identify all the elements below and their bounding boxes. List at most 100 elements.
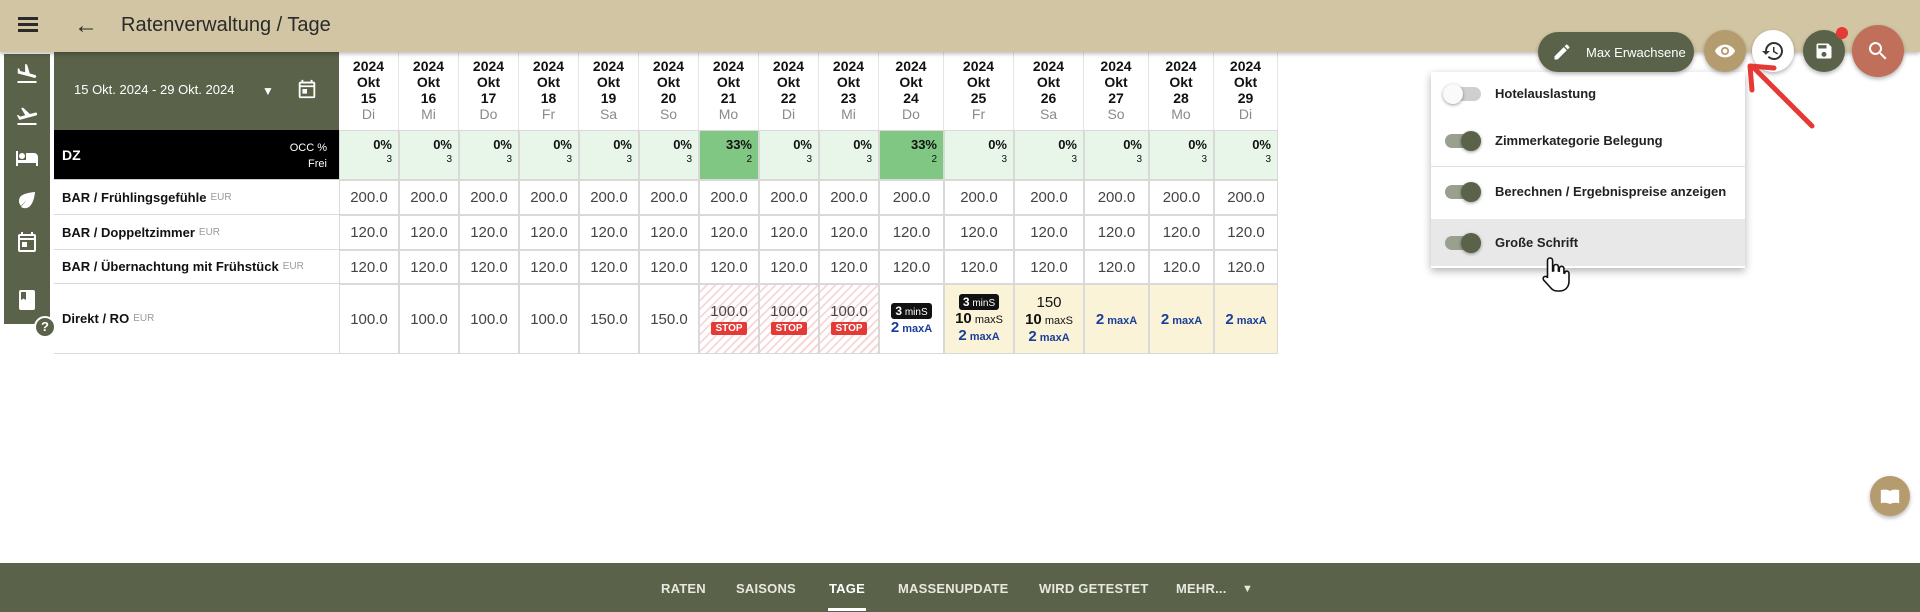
help-book-button[interactable]: [1870, 476, 1910, 516]
rate-cell[interactable]: 120.0: [699, 250, 759, 284]
rate-cell[interactable]: 120.0: [519, 215, 579, 250]
direkt-rate-cell[interactable]: 150 10 maxS 2 maxA: [1014, 284, 1084, 354]
rate-cell[interactable]: 120.0: [1149, 215, 1214, 250]
toggle-switch[interactable]: [1445, 131, 1481, 151]
rate-cell[interactable]: 200.0: [1149, 180, 1214, 215]
dropdown-caret-icon[interactable]: ▼: [262, 84, 274, 98]
date-range-picker[interactable]: 15 Okt. 2024 - 29 Okt. 2024 ▼: [54, 52, 339, 130]
menu-item-grosse-schrift[interactable]: Große Schrift: [1431, 219, 1745, 266]
rate-cell[interactable]: 120.0: [699, 215, 759, 250]
direkt-rate-cell[interactable]: 100.0 STOP: [819, 284, 879, 354]
toggle-switch[interactable]: [1445, 233, 1481, 253]
rate-cell[interactable]: 120.0: [944, 215, 1014, 250]
rate-cell[interactable]: 120.0: [1014, 250, 1084, 284]
direkt-rate-cell[interactable]: 3 minS 10 maxS 2 maxA: [944, 284, 1014, 354]
rate-cell[interactable]: 120.0: [579, 250, 639, 284]
rate-cell[interactable]: 200.0: [459, 180, 519, 215]
direkt-rate-cell[interactable]: 100.0 STOP: [759, 284, 819, 354]
search-button[interactable]: [1852, 25, 1904, 77]
day-column-header[interactable]: 2024 Okt 17 Do: [459, 52, 519, 130]
rate-cell[interactable]: 200.0: [1014, 180, 1084, 215]
rate-cell[interactable]: 120.0: [1214, 250, 1278, 284]
rate-cell[interactable]: 200.0: [579, 180, 639, 215]
calendar-icon[interactable]: [296, 78, 318, 100]
direkt-rate-cell[interactable]: 150.0: [639, 284, 699, 354]
nav-wird-getestet[interactable]: WIRD GETESTET: [1039, 581, 1149, 596]
rate-cell[interactable]: 200.0: [879, 180, 944, 215]
rate-cell[interactable]: 120.0: [399, 250, 459, 284]
direkt-rate-cell[interactable]: 2 maxA: [1149, 284, 1214, 354]
day-column-header[interactable]: 2024 Okt 27 So: [1084, 52, 1149, 130]
day-column-header[interactable]: 2024 Okt 28 Mo: [1149, 52, 1214, 130]
day-column-header[interactable]: 2024 Okt 18 Fr: [519, 52, 579, 130]
day-column-header[interactable]: 2024 Okt 21 Mo: [699, 52, 759, 130]
day-column-header[interactable]: 2024 Okt 25 Fr: [944, 52, 1014, 130]
direkt-rate-cell[interactable]: 3 minS 2 maxA: [879, 284, 944, 354]
rate-cell[interactable]: 120.0: [1014, 215, 1084, 250]
rate-cell[interactable]: 200.0: [339, 180, 399, 215]
day-column-header[interactable]: 2024 Okt 16 Mi: [399, 52, 459, 130]
rate-cell[interactable]: 120.0: [519, 250, 579, 284]
direkt-rate-cell[interactable]: 100.0: [519, 284, 579, 354]
day-column-header[interactable]: 2024 Okt 29 Di: [1214, 52, 1278, 130]
toggle-switch[interactable]: [1443, 84, 1481, 104]
nav-tage[interactable]: TAGE: [829, 581, 865, 596]
rate-cell[interactable]: 200.0: [819, 180, 879, 215]
back-arrow-icon[interactable]: ←: [74, 12, 98, 40]
rate-cell[interactable]: 120.0: [1214, 215, 1278, 250]
book-icon[interactable]: [15, 288, 39, 312]
direkt-rate-cell[interactable]: 100.0: [459, 284, 519, 354]
day-column-header[interactable]: 2024 Okt 24 Do: [879, 52, 944, 130]
menu-icon[interactable]: [16, 14, 40, 38]
menu-item-hotelauslastung[interactable]: Hotelauslastung: [1431, 72, 1745, 116]
rate-cell[interactable]: 120.0: [339, 250, 399, 284]
direkt-rate-cell[interactable]: 2 maxA: [1214, 284, 1278, 354]
edit-max-adults-button[interactable]: Max Erwachsene: [1538, 32, 1694, 72]
day-column-header[interactable]: 2024 Okt 23 Mi: [819, 52, 879, 130]
rate-cell[interactable]: 120.0: [339, 215, 399, 250]
menu-item-zimmerkategorie[interactable]: Zimmerkategorie Belegung: [1431, 116, 1745, 166]
toggle-switch[interactable]: [1445, 182, 1481, 202]
flight-land-icon[interactable]: [15, 62, 39, 86]
rate-cell[interactable]: 120.0: [944, 250, 1014, 284]
bed-icon[interactable]: [15, 146, 39, 170]
direkt-rate-cell[interactable]: 100.0 STOP: [699, 284, 759, 354]
day-column-header[interactable]: 2024 Okt 20 So: [639, 52, 699, 130]
rate-cell[interactable]: 120.0: [639, 215, 699, 250]
rate-cell[interactable]: 120.0: [819, 215, 879, 250]
menu-item-berechnen[interactable]: Berechnen / Ergebnispreise anzeigen: [1431, 167, 1745, 217]
rate-cell[interactable]: 120.0: [879, 250, 944, 284]
rate-cell[interactable]: 120.0: [639, 250, 699, 284]
day-column-header[interactable]: 2024 Okt 22 Di: [759, 52, 819, 130]
direkt-rate-cell[interactable]: 150.0: [579, 284, 639, 354]
rate-cell[interactable]: 120.0: [459, 250, 519, 284]
day-column-header[interactable]: 2024 Okt 19 Sa: [579, 52, 639, 130]
rate-cell[interactable]: 200.0: [399, 180, 459, 215]
nav-saisons[interactable]: SAISONS: [736, 581, 796, 596]
rate-cell[interactable]: 120.0: [819, 250, 879, 284]
direkt-rate-cell[interactable]: 2 maxA: [1084, 284, 1149, 354]
chevron-down-icon[interactable]: ▼: [1242, 583, 1253, 595]
rate-cell[interactable]: 120.0: [399, 215, 459, 250]
rate-cell[interactable]: 200.0: [1214, 180, 1278, 215]
rate-cell[interactable]: 120.0: [759, 250, 819, 284]
direkt-rate-cell[interactable]: 100.0: [339, 284, 399, 354]
rate-cell[interactable]: 120.0: [579, 215, 639, 250]
direkt-rate-cell[interactable]: 100.0: [399, 284, 459, 354]
rate-cell[interactable]: 120.0: [1149, 250, 1214, 284]
day-column-header[interactable]: 2024 Okt 26 Sa: [1014, 52, 1084, 130]
flight-takeoff-icon[interactable]: [15, 104, 39, 128]
rate-cell[interactable]: 200.0: [699, 180, 759, 215]
rate-cell[interactable]: 200.0: [1084, 180, 1149, 215]
rate-cell[interactable]: 200.0: [519, 180, 579, 215]
leaf-icon[interactable]: [15, 188, 39, 212]
nav-massenupdate[interactable]: MASSENUPDATE: [898, 581, 1009, 596]
rate-cell[interactable]: 200.0: [759, 180, 819, 215]
rate-cell[interactable]: 120.0: [1084, 215, 1149, 250]
rate-cell[interactable]: 200.0: [944, 180, 1014, 215]
help-icon[interactable]: ?: [34, 316, 56, 338]
rate-cell[interactable]: 120.0: [1084, 250, 1149, 284]
rate-cell[interactable]: 120.0: [759, 215, 819, 250]
day-column-header[interactable]: 2024 Okt 15 Di: [339, 52, 399, 130]
nav-mehr[interactable]: MEHR...: [1176, 581, 1227, 596]
